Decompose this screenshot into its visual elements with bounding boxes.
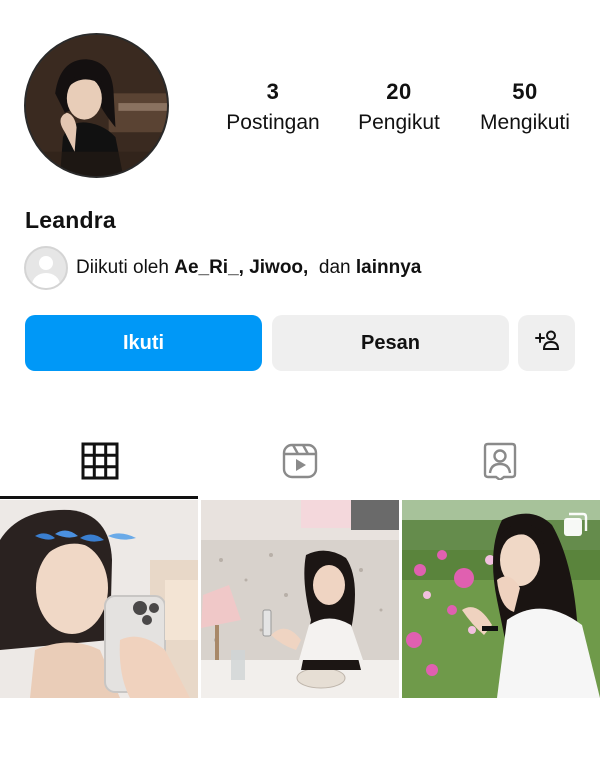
message-button[interactable]: Pesan — [272, 315, 509, 371]
profile-stats: 3 Postingan 20 Pengikut 50 Mengikuti — [210, 78, 590, 137]
profile-tabs — [0, 430, 600, 500]
followed-by-row[interactable]: Diikuti oleh Ae_Ri_, Jiwoo, dan lainnya — [24, 246, 421, 290]
followers-count[interactable]: 20 Pengikut — [336, 78, 462, 137]
suggest-users-button[interactable] — [518, 315, 575, 371]
posts-count[interactable]: 3 Postingan — [210, 78, 336, 137]
followers-count-value: 20 — [386, 79, 412, 104]
tab-posts[interactable] — [0, 430, 200, 496]
followed-by-prefix: Diikuti oleh — [76, 257, 175, 278]
reels-icon — [282, 443, 318, 484]
active-tab-indicator — [0, 496, 198, 499]
posts-count-label: Postingan — [226, 111, 320, 134]
tab-reels[interactable] — [200, 430, 400, 496]
tab-tagged[interactable] — [400, 430, 600, 496]
following-count-label: Mengikuti — [480, 111, 570, 134]
following-count-value: 50 — [512, 79, 538, 104]
profile-avatar[interactable] — [24, 33, 169, 178]
following-count[interactable]: 50 Mengikuti — [462, 78, 588, 137]
multiple-posts-icon — [562, 512, 588, 538]
profile-name: Leandra — [25, 207, 116, 233]
followed-by-names[interactable]: Ae_Ri_, Jiwoo, — [174, 257, 308, 278]
person-add-icon — [534, 329, 560, 357]
posts-count-value: 3 — [266, 79, 280, 104]
follow-button[interactable]: Ikuti — [25, 315, 262, 371]
posts-grid — [0, 500, 600, 698]
post-flower-field[interactable] — [402, 500, 600, 698]
tagged-person-icon — [482, 442, 518, 485]
followed-by-text: Diikuti oleh Ae_Ri_, Jiwoo, dan lainnya — [76, 257, 421, 279]
follower-avatar — [24, 246, 68, 290]
post-mirror-selfie[interactable] — [0, 500, 198, 698]
grid-icon — [81, 442, 119, 485]
post-cafe-table[interactable] — [201, 500, 399, 698]
followed-by-connector: dan — [308, 257, 356, 278]
profile-photo — [26, 35, 167, 176]
followers-count-label: Pengikut — [358, 111, 440, 134]
followed-by-others[interactable]: lainnya — [356, 257, 421, 278]
